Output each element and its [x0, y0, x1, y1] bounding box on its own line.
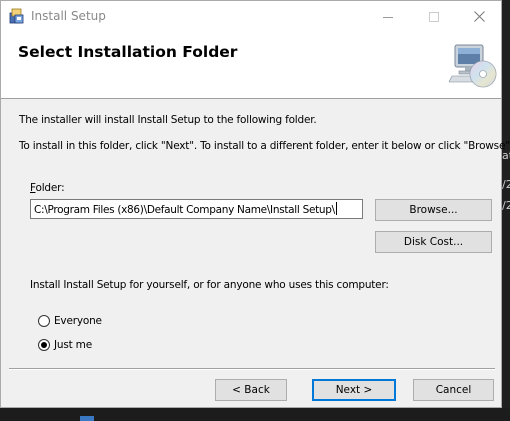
minimize-icon	[383, 16, 393, 18]
everyone-radio[interactable]	[38, 315, 50, 327]
install-scope-question: Install Install Setup for yourself, or f…	[30, 279, 389, 291]
next-button[interactable]: Next >	[312, 379, 396, 401]
browse-button[interactable]: Browse...	[375, 199, 492, 221]
maximize-button[interactable]	[411, 1, 457, 32]
installer-app-icon	[9, 8, 24, 24]
folder-path-value: C:\Program Files (x86)\Default Company N…	[34, 204, 335, 216]
minimize-button[interactable]	[365, 1, 411, 32]
close-button[interactable]	[456, 1, 502, 32]
taskbar-indicator	[80, 416, 94, 421]
back-button[interactable]: < Back	[215, 379, 287, 401]
just-me-radio[interactable]	[38, 339, 50, 351]
background-text: /2	[502, 199, 510, 212]
computer-cd-icon	[449, 44, 497, 88]
title-bar[interactable]: Install Setup	[1, 1, 501, 32]
just-me-label[interactable]: Just me	[54, 339, 92, 351]
window-title: Install Setup	[31, 9, 106, 23]
close-icon	[473, 11, 485, 22]
intro-text: The installer will install Install Setup…	[19, 114, 317, 126]
folder-path-input[interactable]: C:\Program Files (x86)\Default Company N…	[30, 199, 363, 219]
folder-label: Folder:	[30, 182, 65, 194]
installer-dialog: Install Setup Select Installation Folder	[0, 0, 510, 408]
everyone-label[interactable]: Everyone	[54, 315, 102, 327]
text-caret	[335, 202, 337, 215]
disk-cost-button[interactable]: Disk Cost...	[375, 231, 492, 253]
wizard-header: Select Installation Folder	[1, 32, 501, 99]
page-title: Select Installation Folder	[18, 43, 238, 61]
background-text: /2	[502, 178, 510, 191]
taskbar	[0, 408, 510, 421]
maximize-icon	[429, 11, 439, 22]
footer-separator	[9, 368, 495, 370]
cancel-button[interactable]: Cancel	[413, 379, 494, 401]
instructions-text: To install in this folder, click "Next".…	[19, 140, 510, 152]
